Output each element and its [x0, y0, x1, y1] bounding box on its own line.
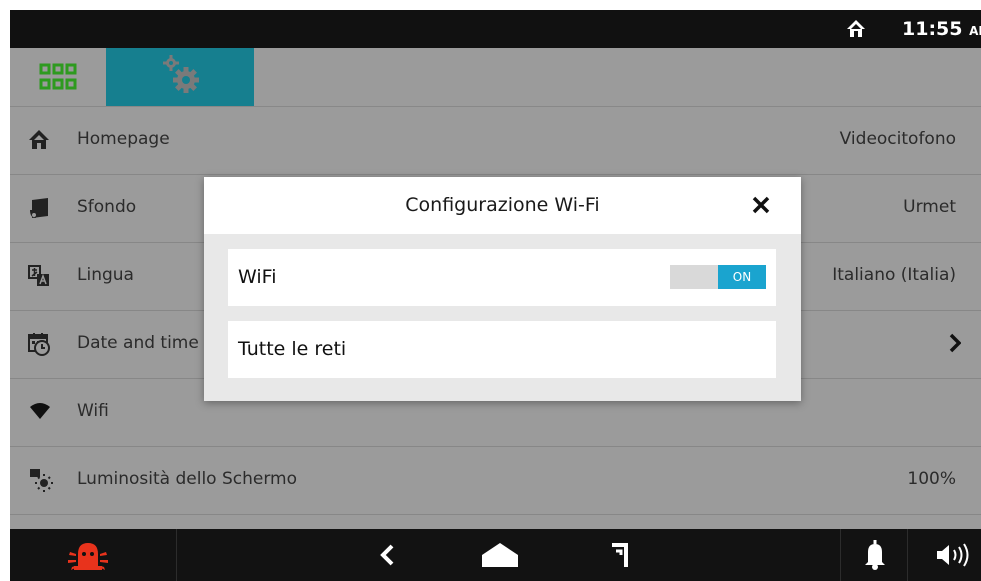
close-icon[interactable] — [752, 196, 770, 214]
device-screen: 11:55 AM — [10, 10, 981, 581]
tab-row — [10, 48, 981, 107]
calendar-clock-icon — [28, 333, 50, 356]
recent-icon — [612, 543, 628, 567]
wallpaper-icon — [30, 198, 48, 218]
setting-label: Date and time — [77, 333, 199, 353]
status-clock: 11:55 AM — [902, 18, 981, 40]
setting-label: Sfondo — [77, 197, 137, 217]
setting-label: Lingua — [77, 265, 134, 285]
wifi-label: WiFi — [238, 266, 277, 288]
bottom-nav-bar — [10, 529, 981, 581]
status-bar: 11:55 AM — [10, 10, 981, 48]
clock-time: 11:55 — [902, 18, 963, 40]
setting-row-homepage[interactable]: Homepage Videocitofono — [10, 107, 981, 175]
clock-ampm: AM — [969, 24, 981, 38]
home-icon — [847, 20, 865, 37]
recent-button[interactable] — [590, 529, 650, 581]
volume-button[interactable] — [908, 529, 981, 581]
home-nav-button[interactable] — [470, 529, 530, 581]
setting-value: 100% — [907, 469, 956, 489]
bell-button[interactable] — [841, 529, 907, 581]
wifi-toggle-row: WiFi ON — [228, 249, 776, 306]
toggle-on-label: ON — [718, 265, 766, 289]
all-networks-row[interactable]: Tutte le reti — [228, 321, 776, 378]
alarm-icon — [68, 543, 108, 570]
dialog-title: Configurazione Wi-Fi — [405, 194, 600, 216]
back-icon — [380, 544, 394, 566]
setting-row-brightness[interactable]: Luminosità dello Schermo 100% — [10, 447, 981, 515]
wifi-icon — [30, 403, 50, 419]
nav-divider — [176, 529, 177, 581]
volume-icon — [937, 543, 969, 567]
tab-apps[interactable] — [10, 48, 106, 106]
setting-value: Urmet — [903, 197, 956, 217]
setting-label: Luminosità dello Schermo — [77, 469, 297, 489]
setting-value: Italiano (Italia) — [832, 265, 956, 285]
alarm-button[interactable] — [10, 529, 176, 581]
language-icon — [28, 265, 49, 286]
chevron-right-icon — [949, 333, 961, 353]
back-button[interactable] — [358, 529, 418, 581]
wifi-toggle[interactable]: ON — [670, 265, 766, 289]
tab-settings[interactable] — [106, 48, 254, 106]
dialog-header: Configurazione Wi-Fi — [204, 177, 801, 234]
apps-grid-icon — [39, 63, 77, 90]
home-icon — [29, 130, 49, 149]
bell-icon — [865, 540, 885, 570]
home-icon — [482, 543, 518, 567]
gears-icon — [163, 55, 199, 93]
all-networks-label: Tutte le reti — [238, 338, 347, 360]
wifi-config-dialog: Configurazione Wi-Fi WiFi ON Tutte le re… — [204, 177, 801, 401]
setting-label: Wifi — [77, 401, 109, 421]
brightness-icon — [30, 469, 53, 492]
setting-label: Homepage — [77, 129, 170, 149]
setting-value: Videocitofono — [839, 129, 956, 149]
